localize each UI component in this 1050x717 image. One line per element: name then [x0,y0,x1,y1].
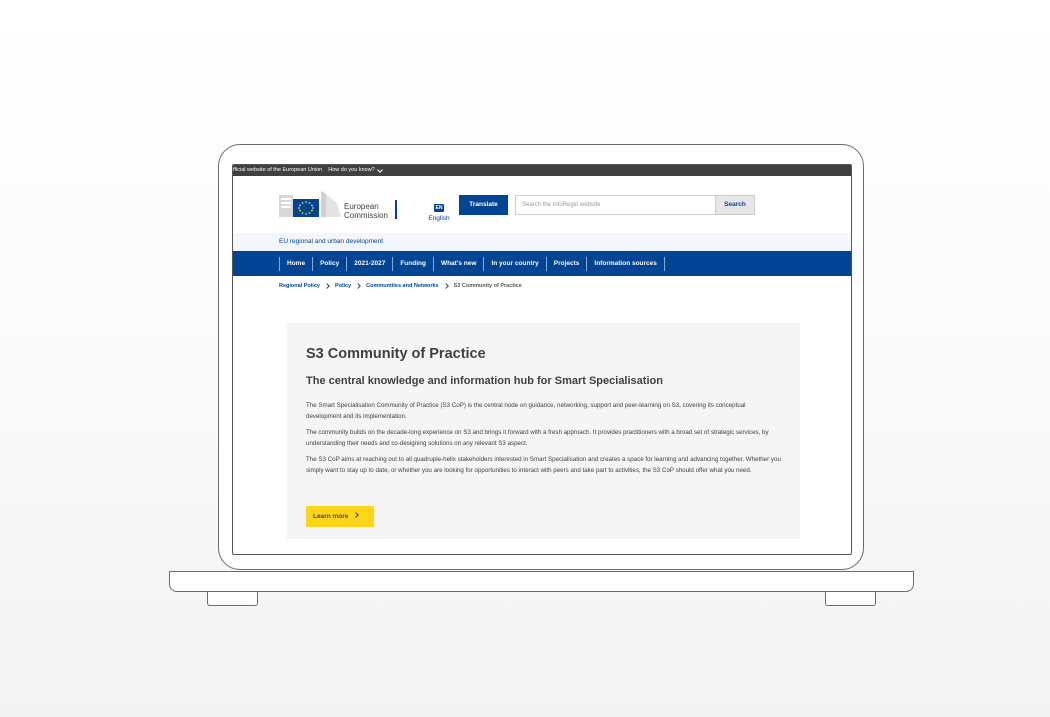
paragraph: The S3 CoP aims at reaching out to all q… [306,456,781,474]
learn-more-button[interactable]: Learn more [306,506,374,527]
nav-item-policy[interactable]: Policy [312,256,346,271]
breadcrumb-policy[interactable]: Policy [335,283,351,289]
laptop-foot-right [825,592,876,606]
logo-divider [395,200,397,219]
official-website-text: official website of the European Union [232,167,323,173]
nav-item-funding[interactable]: Funding [392,256,433,271]
search-button[interactable]: Search [715,195,755,215]
eu-official-banner: official website of the European Union H… [233,165,851,176]
chevron-right-icon [442,283,449,289]
logo-text-line2: Commission [344,211,389,220]
language-label: English [428,215,450,222]
nav-item-2021-2027[interactable]: 2021-2027 [346,256,392,271]
search-input[interactable]: Search the InfoRegio website [515,195,716,215]
breadcrumb-communities-and-networks[interactable]: Communities and Networks [366,283,438,289]
breadcrumb: Regional Policy Policy Communities and N… [233,276,851,296]
site-name[interactable]: EU regional and urban development [233,233,851,251]
breadcrumb-current-page: S3 Community of Practice [453,283,522,289]
page-title: S3 Community of Practice [306,346,486,362]
breadcrumb-regional-policy[interactable]: Regional Policy [279,283,320,289]
translate-button[interactable]: Translate [459,195,508,215]
chevron-right-icon [353,512,360,518]
chevron-right-icon [324,283,330,289]
language-selector[interactable]: EN English [427,196,451,222]
chevron-right-icon [355,283,362,289]
paragraph: The Smart Specialisation Community of Pr… [306,402,746,420]
nav-item-in-your-country[interactable]: In your country [483,256,545,271]
chevron-down-icon [376,166,383,173]
main-navigation: Home Policy 2021-2027 Funding What's new… [233,251,851,276]
nav-item-whats-new[interactable]: What's new [432,256,484,271]
page-subtitle: The central knowledge and information hu… [306,375,663,387]
content-card: S3 Community of Practice The central kno… [287,323,800,539]
laptop-base [169,571,914,592]
content-body: The Smart Specialisation Community of Pr… [306,401,782,483]
laptop-foot-left [207,592,258,606]
language-code-badge: EN [434,204,444,212]
how-do-you-know-label: How do you know? [328,167,375,173]
learn-more-label: Learn more [313,513,349,520]
nav-item-information-sources[interactable]: Information sources [586,256,665,271]
nav-item-home[interactable]: Home [279,256,312,271]
browser-screen: official website of the European Union H… [232,164,852,555]
nav-item-projects[interactable]: Projects [545,256,587,271]
how-do-you-know-toggle[interactable]: How do you know? [328,165,383,176]
paragraph: The community builds on the decade-long … [306,429,769,447]
site-header: European Commission EN English Translate… [233,176,851,233]
